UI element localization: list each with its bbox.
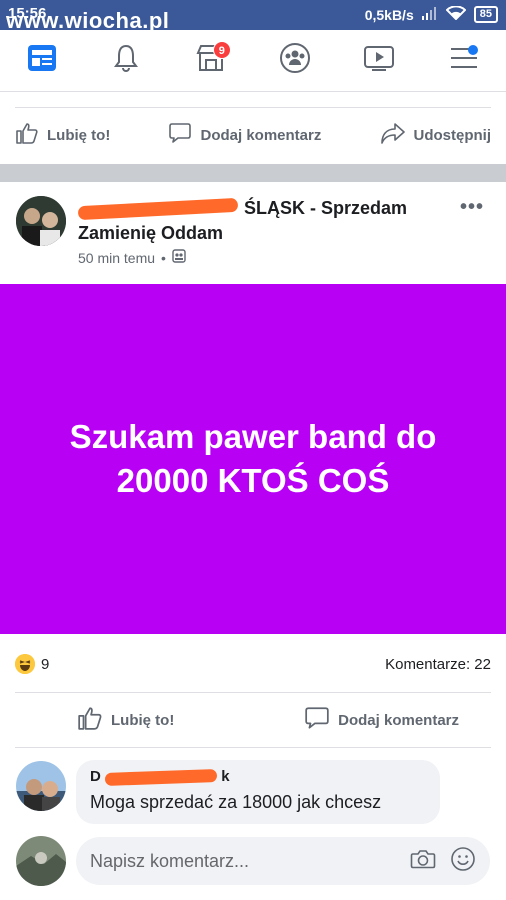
previous-post-actions: Lubię to! Dodaj komentarz Udostępnij bbox=[15, 108, 491, 162]
menu-notification-dot bbox=[467, 44, 478, 55]
meta-separator: • bbox=[161, 249, 166, 266]
redacted-commenter-name bbox=[104, 768, 218, 786]
author-initial: D bbox=[90, 768, 101, 785]
post-title[interactable]: ŚLĄSK - Sprzedam Zamienię Oddam bbox=[77, 196, 448, 246]
author-suffix: k bbox=[221, 768, 230, 785]
group-audience-icon bbox=[172, 249, 186, 266]
signal-icon bbox=[421, 6, 438, 23]
redacted-author-name bbox=[77, 198, 239, 221]
network-speed: 0,5kB/s bbox=[364, 6, 414, 23]
current-user-avatar bbox=[16, 836, 66, 886]
commenter-avatar[interactable] bbox=[16, 761, 66, 811]
reactions-bar: 9 Komentarze: 22 bbox=[15, 650, 491, 678]
nav-marketplace[interactable]: 9 bbox=[189, 39, 233, 83]
news-feed-icon bbox=[27, 44, 57, 77]
reaction-count: 9 bbox=[41, 655, 50, 673]
post-author-avatar[interactable] bbox=[16, 196, 66, 246]
nav-groups[interactable] bbox=[273, 39, 317, 83]
comment-icon bbox=[304, 705, 330, 735]
post-text: Szukam pawer band do 20000 KTOŚ COŚ bbox=[69, 418, 437, 499]
haha-reaction-icon bbox=[15, 654, 35, 674]
camera-icon[interactable] bbox=[410, 847, 436, 876]
battery-indicator: 85 bbox=[473, 6, 498, 23]
post-background: Szukam pawer band do 20000 KTOŚ COŚ bbox=[0, 284, 506, 634]
reaction-summary[interactable]: 9 bbox=[15, 654, 49, 674]
post-meta: 50 min temu • bbox=[78, 249, 186, 266]
comment-author[interactable]: D k bbox=[90, 768, 426, 788]
emoji-icon[interactable] bbox=[450, 846, 476, 877]
nav-video[interactable] bbox=[357, 39, 401, 83]
write-comment-box[interactable] bbox=[76, 837, 490, 885]
comment-label: Dodaj komentarz bbox=[200, 126, 322, 144]
status-right: 0,5kB/s 85 bbox=[364, 5, 498, 23]
post-options-button[interactable]: ••• bbox=[460, 196, 484, 219]
status-bar: 15:56 www.wiocha.pl 0,5kB/s 85 bbox=[0, 0, 506, 33]
thumbs-up-icon bbox=[77, 705, 103, 735]
groups-icon bbox=[279, 42, 311, 79]
share-label: Udostępnij bbox=[413, 126, 492, 144]
post-comment-button[interactable]: Dodaj komentarz bbox=[304, 705, 459, 735]
comment-bubble[interactable]: D k Moga sprzedać za 18000 jak chcesz bbox=[76, 760, 440, 824]
comment-tools bbox=[410, 846, 476, 877]
nav-notifications[interactable] bbox=[104, 39, 148, 83]
post-actions: Lubię to! Dodaj komentarz bbox=[15, 693, 491, 747]
thumbs-up-icon bbox=[15, 121, 39, 149]
post-separator bbox=[0, 164, 506, 182]
nav-news-feed[interactable] bbox=[20, 39, 64, 83]
post-like-button[interactable]: Lubię to! bbox=[77, 705, 174, 735]
post-like-label: Lubię to! bbox=[111, 711, 175, 729]
divider bbox=[15, 747, 491, 748]
share-icon bbox=[380, 121, 406, 149]
post-comment-label: Dodaj komentarz bbox=[338, 711, 459, 729]
comment-icon bbox=[168, 121, 192, 149]
like-label: Lubię to! bbox=[47, 126, 111, 144]
post-time[interactable]: 50 min temu bbox=[78, 250, 155, 266]
top-nav: 9 bbox=[0, 30, 506, 92]
like-button[interactable]: Lubię to! bbox=[15, 121, 110, 149]
share-button[interactable]: Udostępnij bbox=[380, 121, 492, 149]
bell-icon bbox=[111, 43, 141, 78]
comment-input[interactable] bbox=[90, 850, 410, 872]
comments-count[interactable]: Komentarze: 22 bbox=[385, 656, 491, 673]
comment-button[interactable]: Dodaj komentarz bbox=[168, 121, 321, 149]
comment-text: Moga sprzedać za 18000 jak chcesz bbox=[90, 792, 382, 812]
nav-menu[interactable] bbox=[442, 39, 486, 83]
wifi-icon bbox=[445, 5, 467, 23]
marketplace-badge: 9 bbox=[212, 40, 231, 59]
video-icon bbox=[363, 44, 395, 77]
